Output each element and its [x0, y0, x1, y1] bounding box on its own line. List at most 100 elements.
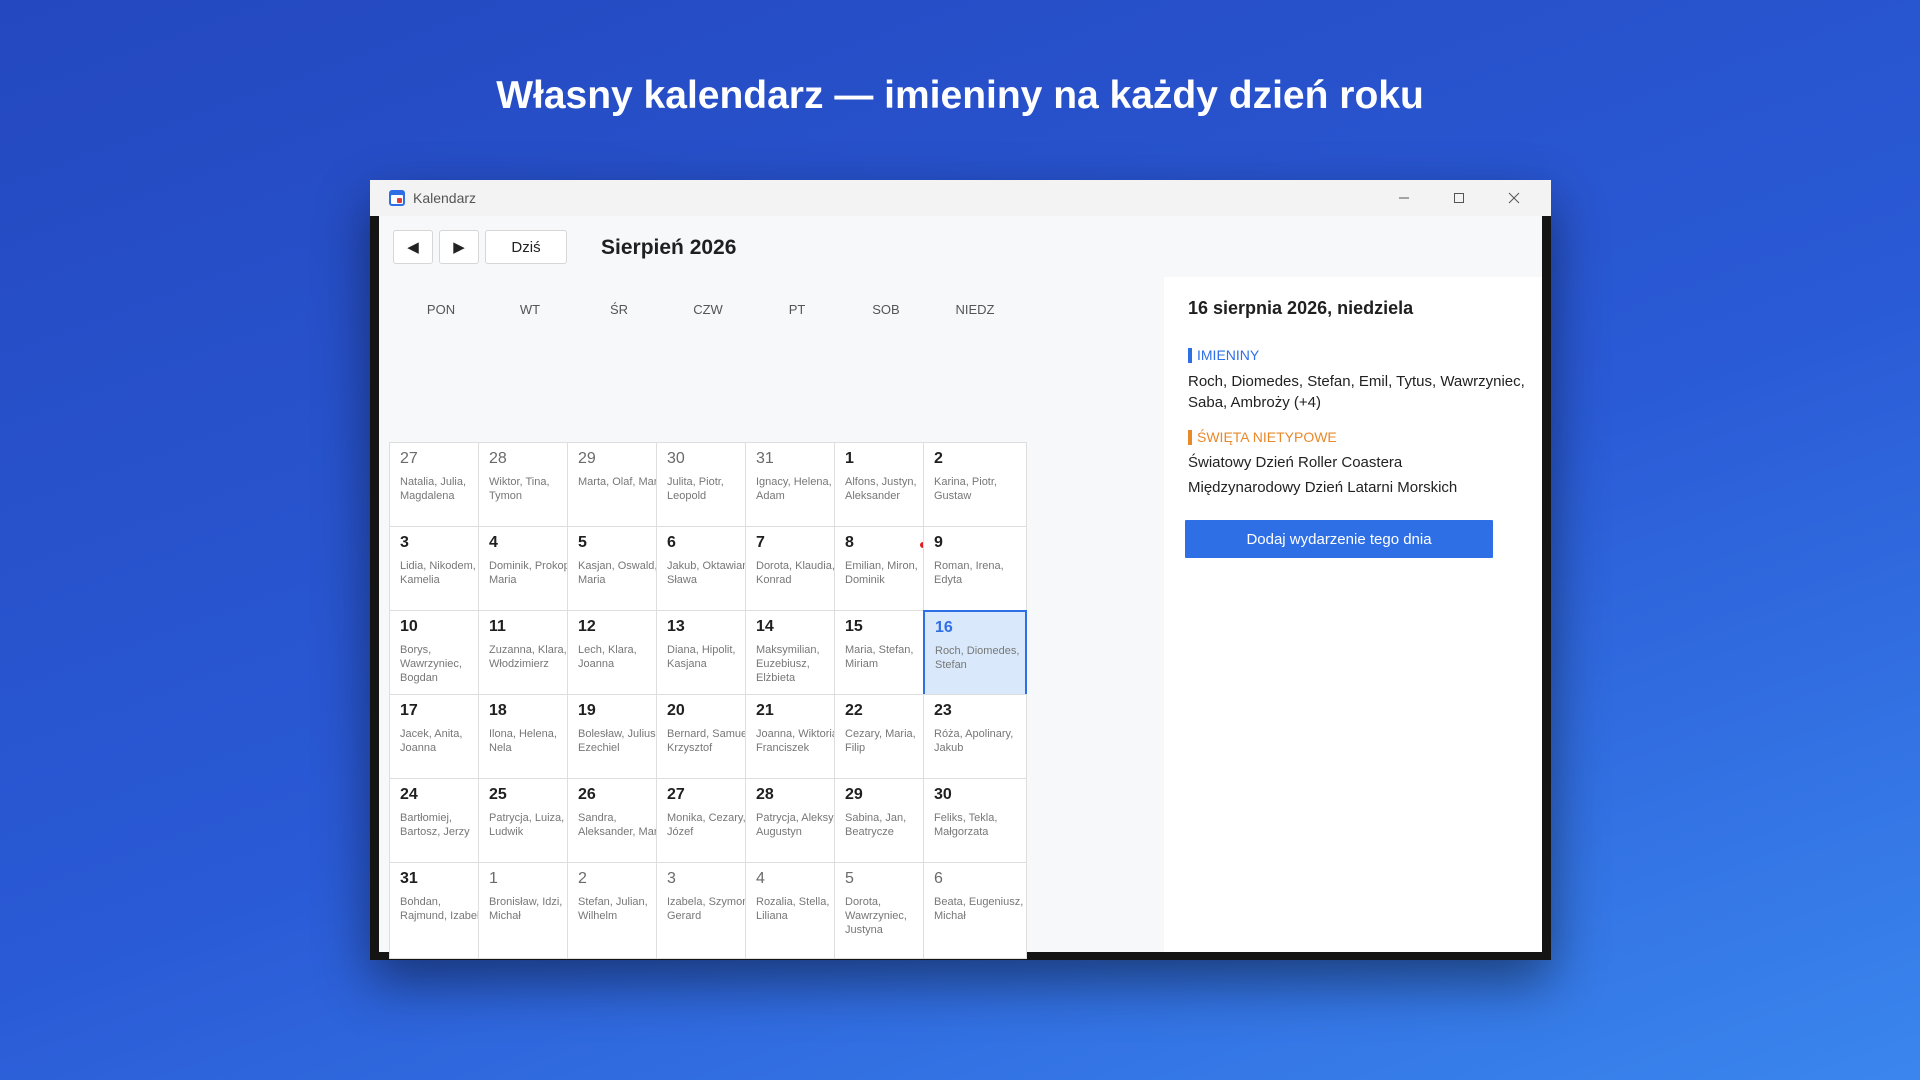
maximize-icon: [1454, 193, 1464, 203]
day-names: Marta, Olaf, Maria: [578, 476, 667, 488]
day-number: 29: [578, 450, 596, 467]
day-details-panel: 16 sierpnia 2026, niedziela IMIENINY Roc…: [1164, 277, 1542, 952]
window-title: Kalendarz: [413, 190, 477, 206]
day-number: 17: [400, 702, 418, 719]
day-number: 26: [578, 786, 596, 803]
day-number: 8: [845, 534, 854, 551]
day-number: 11: [489, 618, 506, 635]
weekday-label: NIEDZ: [955, 302, 995, 317]
day-number: 13: [667, 618, 685, 635]
day-names: Roman, Irena, Edyta: [934, 560, 1004, 586]
day-number: 6: [934, 870, 943, 887]
day-number: 18: [489, 702, 507, 719]
month-title: Sierpień 2026: [601, 236, 737, 259]
page-headline: Własny kalendarz — imieniny na każdy dzi…: [496, 74, 1424, 117]
day-names: Lidia, Nikodem, Kamelia: [400, 560, 476, 586]
day-names: Bartłomiej, Bartosz, Jerzy: [400, 812, 470, 838]
today-button[interactable]: Dziś: [485, 230, 567, 264]
calendar-app-icon: [389, 190, 405, 206]
close-button[interactable]: [1487, 180, 1541, 216]
selected-date: 16 sierpnia 2026, niedziela: [1188, 298, 1414, 318]
day-number: 14: [756, 618, 774, 635]
day-names: Beata, Eugeniusz, Michał: [934, 896, 1024, 922]
toolbar: ◀ ▶ Dziś Sierpień 2026: [379, 216, 1542, 276]
add-event-button[interactable]: Dodaj wydarzenie tego dnia: [1185, 520, 1493, 558]
day-names: Lech, Klara, Joanna: [578, 644, 637, 670]
day-number: 22: [845, 702, 863, 719]
prev-arrow-icon: ◀: [407, 239, 419, 256]
day-number: 12: [578, 618, 596, 635]
day-cell[interactable]: 9 Roman, Irena, Edyta: [923, 526, 1027, 623]
window-frame-right: [1542, 216, 1551, 960]
day-names: Natalia, Julia, Magdalena: [400, 476, 467, 502]
day-number: 20: [667, 702, 685, 719]
names-list: Roch, Diomedes, Stefan, Emil, Tytus, Waw…: [1188, 373, 1525, 411]
day-number: 24: [400, 786, 418, 803]
day-names: Dorota, Klaudia, Konrad: [756, 560, 835, 586]
day-number: 31: [756, 450, 774, 467]
day-number: 3: [400, 534, 409, 551]
day-number: 2: [578, 870, 587, 887]
day-names: Dominik, Prokop, Maria: [489, 560, 573, 586]
day-names: Jacek, Anita, Joanna: [400, 728, 463, 754]
day-names: Sabina, Jan, Beatrycze: [845, 812, 907, 838]
window-frame-left: [370, 216, 379, 960]
day-names: Joanna, Wiktoria, Franciszek: [756, 728, 841, 754]
maximize-button[interactable]: [1432, 180, 1486, 216]
day-names: Ignacy, Helena, Adam: [756, 476, 832, 502]
day-cell[interactable]: 6 Beata, Eugeniusz, Michał: [923, 862, 1027, 959]
day-names: Roch, Diomedes, Stefan: [935, 645, 1020, 671]
day-names: Róża, Apolinary, Jakub: [934, 728, 1014, 754]
day-number: 9: [934, 534, 943, 551]
day-names: Izabela, Szymon, Gerard: [667, 896, 752, 922]
day-cell[interactable]: 30 Feliks, Tekla, Małgorzata: [923, 778, 1027, 875]
minimize-button[interactable]: [1377, 180, 1431, 216]
day-number: 21: [756, 702, 774, 719]
day-number: 7: [756, 534, 765, 551]
day-number: 27: [667, 786, 685, 803]
day-number: 31: [400, 870, 418, 887]
day-cell[interactable]: 2 Karina, Piotr, Gustaw: [923, 442, 1027, 539]
day-number: 15: [845, 618, 863, 635]
day-number: 19: [578, 702, 596, 719]
day-names: Zuzanna, Klara, Włodzimierz: [489, 644, 567, 670]
day-names: Monika, Cezary, Józef: [667, 812, 746, 838]
holiday-item: Światowy Dzień Roller Coastera: [1188, 454, 1403, 471]
day-names: Feliks, Tekla, Małgorzata: [934, 812, 998, 838]
day-number: 4: [489, 534, 498, 551]
day-names: Kasjan, Oswald, Maria: [578, 560, 658, 586]
day-number: 23: [934, 702, 952, 719]
day-number: 10: [400, 618, 418, 635]
day-number: 4: [756, 870, 765, 887]
calendar-window: Kalendarz ◀ ▶ Dziś Sierpień 2026 PON WT ŚR…: [370, 180, 1551, 960]
day-names: Bolesław, Juliusz, Ezechiel: [578, 728, 665, 754]
day-number: 3: [667, 870, 676, 887]
day-names: Julita, Piotr, Leopold: [667, 476, 724, 502]
prev-month-button[interactable]: ◀: [393, 230, 433, 264]
day-number: 25: [489, 786, 507, 803]
day-number: 1: [845, 450, 854, 467]
holidays-heading: ŚWIĘTA NIETYPOWE: [1188, 430, 1337, 445]
names-heading: IMIENINY: [1188, 348, 1259, 363]
day-number: 28: [756, 786, 774, 803]
day-number: 30: [667, 450, 685, 467]
day-names: Wiktor, Tina, Tymon: [489, 476, 550, 502]
day-cell-selected[interactable]: 16 Roch, Diomedes, Stefan: [923, 610, 1027, 707]
day-names: Cezary, Maria, Filip: [845, 728, 916, 754]
day-names: Bohdan, Rajmund, Izabela: [400, 896, 486, 922]
window-content: ◀ ▶ Dziś Sierpień 2026 PON WT ŚR CZW PT SOB NI…: [379, 216, 1542, 959]
day-cell[interactable]: 23 Róża, Apolinary, Jakub: [923, 694, 1027, 791]
day-names: Patrycja, Luiza, Ludwik: [489, 812, 565, 838]
day-names: Maksymilian, Euzebiusz, Elżbieta: [756, 644, 820, 684]
day-number: 30: [934, 786, 952, 803]
day-number: 5: [845, 870, 854, 887]
day-names: Sandra, Aleksander, Maria: [578, 812, 667, 838]
day-names: Borys, Wawrzyniec, Bogdan: [400, 644, 462, 684]
title-bar: Kalendarz: [370, 180, 1551, 216]
day-names: Dorota, Wawrzyniec, Justyna: [845, 896, 907, 936]
close-icon: [1508, 192, 1520, 204]
day-names: Patrycja, Aleksy, Augustyn: [756, 812, 836, 838]
day-number: 16: [935, 619, 953, 636]
next-month-button[interactable]: ▶: [439, 230, 479, 264]
day-number: 27: [400, 450, 418, 467]
